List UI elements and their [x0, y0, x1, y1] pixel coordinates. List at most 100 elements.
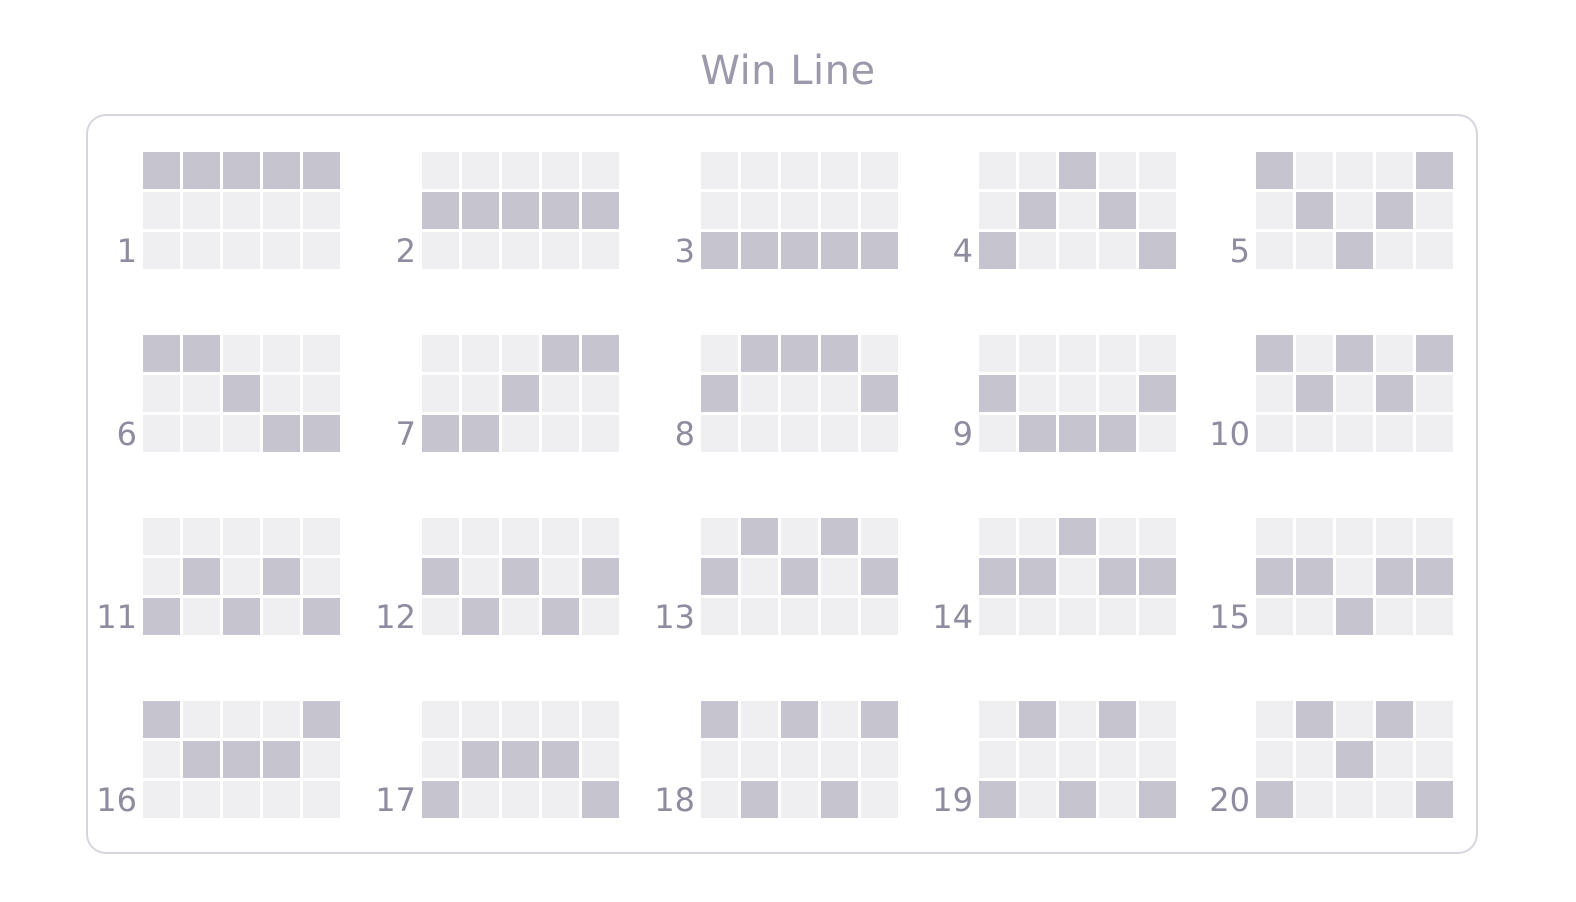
win-line-active-cell	[462, 192, 499, 229]
win-line-cell	[183, 781, 220, 818]
win-line-cell	[701, 152, 738, 189]
win-line-active-cell	[263, 152, 300, 189]
win-line-cell	[1336, 152, 1373, 189]
win-line-cell	[1416, 518, 1453, 555]
win-line-cell	[422, 152, 459, 189]
win-line-active-cell	[1296, 558, 1333, 595]
win-line-9: 9	[889, 335, 1179, 453]
win-line-cell	[1296, 741, 1333, 778]
win-line-active-cell	[1256, 335, 1293, 372]
win-line-active-cell	[1416, 558, 1453, 595]
win-line-grid	[979, 518, 1179, 636]
win-line-active-cell	[183, 741, 220, 778]
win-line-number: 4	[952, 232, 973, 270]
win-line-number: 1	[116, 232, 137, 270]
win-line-cell	[1336, 415, 1373, 452]
win-line-4: 4	[889, 152, 1179, 270]
win-line-10: 10	[1166, 335, 1456, 453]
win-line-cell	[143, 781, 180, 818]
win-line-grid	[979, 152, 1179, 270]
win-line-number: 20	[1209, 781, 1250, 819]
win-line-active-cell	[821, 781, 858, 818]
win-line-cell	[542, 701, 579, 738]
win-line-grid	[422, 518, 622, 636]
win-line-cell	[1416, 232, 1453, 269]
win-line-active-cell	[1336, 335, 1373, 372]
win-line-cell	[821, 558, 858, 595]
win-line-cell	[422, 375, 459, 412]
win-line-8: 8	[611, 335, 901, 453]
win-line-cell	[1099, 152, 1136, 189]
win-line-active-cell	[1296, 375, 1333, 412]
win-line-cell	[1376, 781, 1413, 818]
win-line-cell	[781, 781, 818, 818]
win-line-cell	[1416, 415, 1453, 452]
win-line-cell	[1059, 701, 1096, 738]
win-line-1: 1	[53, 152, 343, 270]
win-line-cell	[223, 558, 260, 595]
win-line-cell	[1019, 598, 1056, 635]
win-line-active-cell	[1376, 701, 1413, 738]
win-line-active-cell	[462, 741, 499, 778]
win-line-active-cell	[1336, 232, 1373, 269]
win-line-cell	[701, 741, 738, 778]
win-line-grid	[422, 152, 622, 270]
win-line-cell	[1099, 741, 1136, 778]
win-line-cell	[462, 781, 499, 818]
win-line-number: 15	[1209, 598, 1250, 636]
win-line-cell	[1416, 598, 1453, 635]
win-line-active-cell	[1376, 375, 1413, 412]
win-line-cell	[462, 232, 499, 269]
win-line-active-cell	[1099, 558, 1136, 595]
win-line-active-cell	[542, 192, 579, 229]
win-line-13: 13	[611, 518, 901, 636]
win-line-cell	[701, 781, 738, 818]
win-line-7: 7	[332, 335, 622, 453]
win-line-cell	[1296, 415, 1333, 452]
win-line-number: 12	[375, 598, 416, 636]
win-line-grid	[701, 335, 901, 453]
win-line-cell	[1376, 335, 1413, 372]
win-line-cell	[1256, 598, 1293, 635]
win-line-2: 2	[332, 152, 622, 270]
win-line-cell	[979, 518, 1016, 555]
win-line-18: 18	[611, 701, 901, 819]
win-line-number: 18	[654, 781, 695, 819]
win-line-active-cell	[821, 232, 858, 269]
win-line-cell	[223, 518, 260, 555]
win-line-number: 8	[674, 415, 695, 453]
win-line-cell	[1416, 192, 1453, 229]
win-line-cell	[1059, 741, 1096, 778]
win-line-cell	[1019, 781, 1056, 818]
win-line-active-cell	[1256, 781, 1293, 818]
win-line-cell	[502, 781, 539, 818]
win-line-grid	[1256, 701, 1456, 819]
win-line-cell	[1256, 192, 1293, 229]
win-line-number: 6	[116, 415, 137, 453]
win-line-cell	[1296, 781, 1333, 818]
win-line-cell	[701, 335, 738, 372]
win-line-cell	[741, 375, 778, 412]
win-line-cell	[502, 518, 539, 555]
win-line-list: 1 2 3 4 5 6 7 8 9 10 11 12 13 14 15 16 17 18 19 20	[0, 0, 1576, 902]
win-line-cell	[502, 152, 539, 189]
win-line-cell	[741, 558, 778, 595]
win-line-cell	[979, 741, 1016, 778]
win-line-cell	[741, 415, 778, 452]
win-line-active-cell	[1019, 701, 1056, 738]
win-line-active-cell	[1256, 558, 1293, 595]
win-line-cell	[1059, 375, 1096, 412]
win-line-active-cell	[821, 335, 858, 372]
win-line-cell	[542, 152, 579, 189]
win-line-grid	[422, 701, 622, 819]
win-line-active-cell	[979, 781, 1016, 818]
win-line-11: 11	[53, 518, 343, 636]
win-line-cell	[1376, 152, 1413, 189]
win-line-cell	[781, 415, 818, 452]
win-line-cell	[1336, 518, 1373, 555]
win-line-cell	[1256, 518, 1293, 555]
win-line-cell	[1336, 375, 1373, 412]
win-line-cell	[781, 152, 818, 189]
win-line-cell	[1296, 518, 1333, 555]
win-line-active-cell	[781, 558, 818, 595]
